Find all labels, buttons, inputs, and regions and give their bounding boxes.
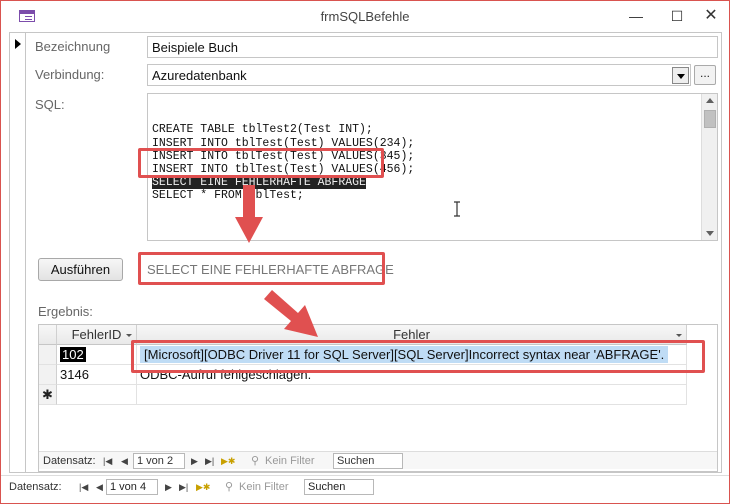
title-bar: frmSQLBefehle — ☐ ✕ [1, 1, 729, 32]
verbindung-combo[interactable]: Azuredatenbank [147, 64, 691, 86]
filter-status[interactable]: Kein Filter [265, 452, 315, 470]
scroll-up-icon[interactable] [706, 98, 714, 103]
previous-record-icon[interactable]: ◀ [121, 452, 128, 470]
nav-label: Datensatz: [9, 481, 62, 493]
filter-status[interactable]: Kein Filter [239, 478, 289, 496]
bezeichnung-field[interactable]: Beispiele Buch [147, 36, 718, 58]
close-button[interactable]: ✕ [697, 4, 725, 28]
nav-label: Datensatz: [43, 455, 96, 467]
column-header-label: FehlerID [71, 327, 122, 342]
table-cell[interactable] [137, 385, 687, 405]
last-record-icon[interactable]: ▶| [205, 452, 214, 470]
scroll-down-icon[interactable] [706, 231, 714, 236]
last-record-icon[interactable]: ▶| [179, 478, 188, 496]
next-record-icon[interactable]: ▶ [165, 478, 172, 496]
row-selector[interactable] [39, 365, 57, 385]
record-number-field[interactable]: 1 von 4 [106, 479, 158, 495]
arrow-down-icon [235, 185, 263, 243]
form-window: frmSQLBefehle — ☐ ✕ Bezeichnung Beispiel… [0, 0, 730, 504]
filter-icon[interactable]: ⚲ [251, 452, 259, 470]
grid-corner[interactable] [39, 325, 57, 345]
sql-label: SQL: [35, 97, 65, 112]
form-body: Bezeichnung Beispiele Buch Verbindung: A… [9, 32, 722, 473]
sql-line: CREATE TABLE tblTest2(Test INT); [152, 123, 373, 137]
subform-navigation: Datensatz: |◀ ◀ 1 von 2 ▶ ▶| ▶✱ ⚲ Kein F… [39, 451, 717, 469]
column-header-fehlerid[interactable]: FehlerID [57, 325, 137, 345]
table-cell[interactable] [57, 385, 137, 405]
form-navigation: Datensatz: |◀ ◀ 1 von 4 ▶ ▶| ▶✱ ⚲ Kein F… [1, 475, 729, 497]
search-field[interactable]: Suchen [304, 479, 374, 495]
text-cursor-icon [454, 201, 460, 217]
verbindung-label: Verbindung: [35, 67, 105, 82]
next-record-icon[interactable]: ▶ [191, 452, 198, 470]
run-button[interactable]: Ausführen [38, 258, 123, 281]
current-record-icon [15, 39, 21, 49]
maximize-button[interactable]: ☐ [663, 4, 691, 28]
minimize-button[interactable]: — [622, 4, 650, 28]
sort-arrow-icon[interactable] [676, 334, 682, 337]
record-selector[interactable] [10, 33, 26, 472]
table-cell[interactable]: 3146 [57, 365, 137, 385]
first-record-icon[interactable]: |◀ [103, 452, 112, 470]
table-cell[interactable]: 102 [57, 345, 137, 365]
filter-icon[interactable]: ⚲ [225, 478, 233, 496]
record-number-field[interactable]: 1 von 2 [133, 453, 185, 469]
arrow-diagonal-icon [264, 290, 318, 337]
cell-selected-value: 102 [60, 347, 86, 362]
connection-build-button[interactable]: ... [694, 65, 716, 85]
previous-record-icon[interactable]: ◀ [96, 478, 103, 496]
bezeichnung-label: Bezeichnung [35, 39, 111, 54]
ergebnis-label: Ergebnis: [38, 304, 93, 319]
chevron-down-icon[interactable] [672, 67, 689, 84]
new-row-icon[interactable]: ✱ [39, 385, 57, 405]
highlight-box-statement [138, 252, 385, 285]
search-field[interactable]: Suchen [333, 453, 403, 469]
new-record-icon[interactable]: ▶✱ [196, 478, 210, 496]
highlight-box-sql [138, 148, 384, 178]
first-record-icon[interactable]: |◀ [79, 478, 88, 496]
sort-arrow-icon[interactable] [126, 334, 132, 337]
row-selector[interactable] [39, 345, 57, 365]
sql-scrollbar[interactable] [701, 94, 717, 240]
highlight-box-error [131, 340, 705, 373]
window-title: frmSQLBefehle [320, 9, 410, 24]
scroll-thumb[interactable] [704, 110, 716, 128]
new-record-icon[interactable]: ▶✱ [221, 452, 235, 470]
